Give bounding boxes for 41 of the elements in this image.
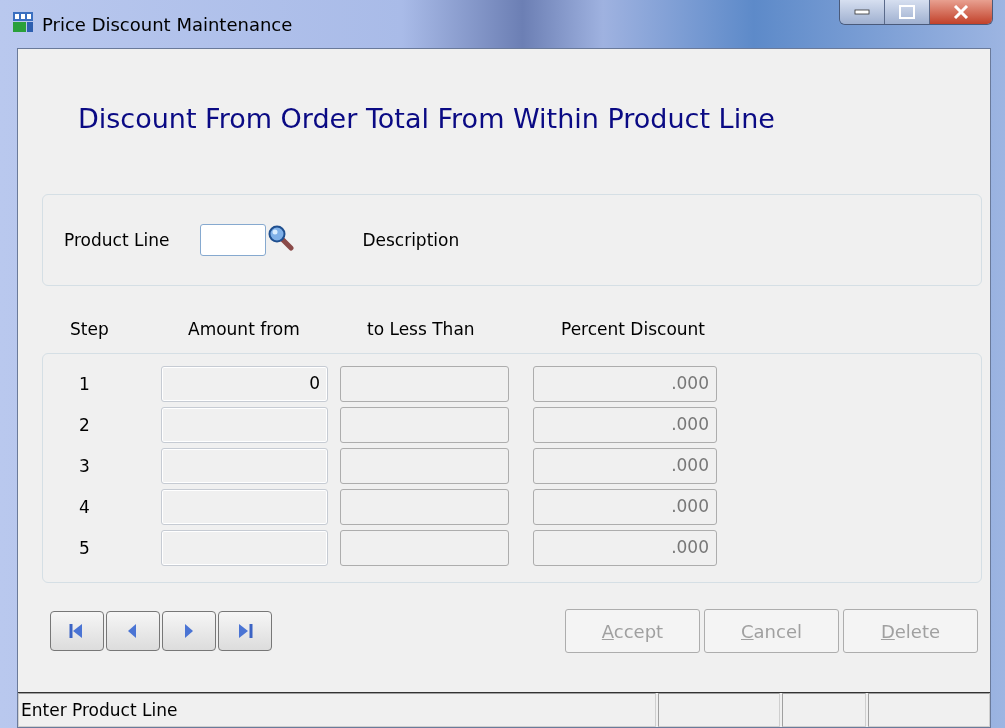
close-button[interactable] <box>930 0 992 24</box>
percent-discount-field[interactable]: .000 <box>533 489 717 525</box>
amount-from-field[interactable]: 0 <box>161 366 328 402</box>
form-heading: Discount From Order Total From Within Product Line <box>78 103 776 136</box>
last-record-icon <box>236 622 254 640</box>
less-than-field[interactable] <box>340 366 509 402</box>
less-than-field[interactable] <box>340 530 509 566</box>
amount-from-field[interactable] <box>161 448 328 484</box>
status-message: Enter Product Line <box>18 693 656 727</box>
less-than-field[interactable] <box>340 489 509 525</box>
percent-discount-field[interactable]: .000 <box>533 366 717 402</box>
last-record-button[interactable] <box>218 611 272 651</box>
less-than-field[interactable] <box>340 407 509 443</box>
maximize-button[interactable] <box>885 0 930 24</box>
column-header: to Less Than <box>367 319 476 341</box>
field-label: Product Line <box>64 230 170 250</box>
window-title: Price Discount Maintenance <box>42 13 293 35</box>
product-line-field[interactable] <box>200 224 267 256</box>
amount-from-field[interactable] <box>161 489 328 525</box>
first-record-button[interactable] <box>50 611 104 651</box>
close-icon <box>953 5 969 19</box>
column-header: Step <box>70 319 110 341</box>
field-label: Description <box>362 230 460 250</box>
step-number: 1 <box>79 374 91 394</box>
amount-from-field[interactable] <box>161 407 328 443</box>
column-header: Percent Discount <box>561 319 706 341</box>
step-number: 2 <box>79 415 91 435</box>
amount-from-field[interactable] <box>161 530 328 566</box>
less-than-field[interactable] <box>340 448 509 484</box>
column-header: Amount from <box>188 319 301 341</box>
minimize-icon <box>854 9 870 15</box>
minimize-button[interactable] <box>840 0 885 24</box>
maximize-icon <box>899 5 915 19</box>
percent-discount-field[interactable]: .000 <box>533 448 717 484</box>
step-number: 3 <box>79 456 91 476</box>
step-number: 5 <box>79 538 91 558</box>
previous-button[interactable] <box>106 611 160 651</box>
percent-discount-field[interactable]: .000 <box>533 530 717 566</box>
step-number: 4 <box>79 497 91 517</box>
next-button[interactable] <box>162 611 216 651</box>
percent-discount-field[interactable]: .000 <box>533 407 717 443</box>
